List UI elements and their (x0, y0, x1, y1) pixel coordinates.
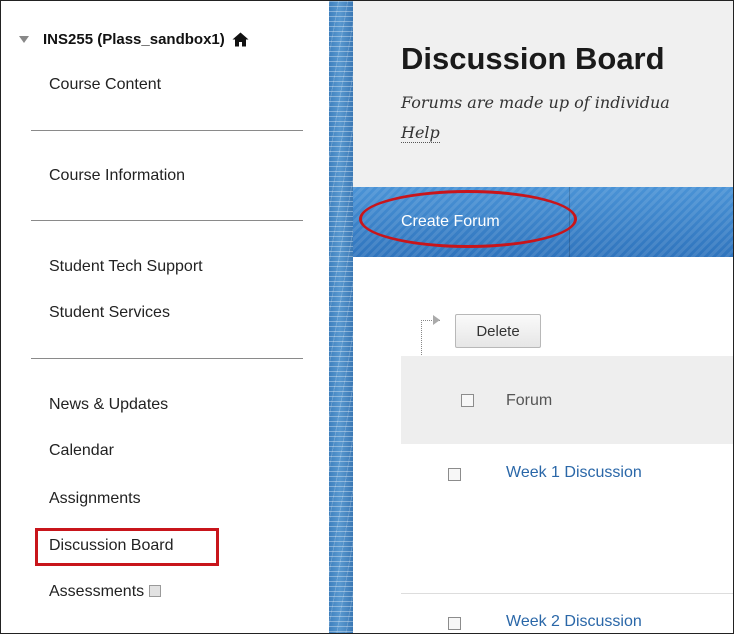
delete-button[interactable]: Delete (455, 314, 541, 348)
course-title: INS255 (Plass_sandbox1) (43, 31, 225, 48)
menu-item-news-updates[interactable]: News & Updates (49, 396, 168, 414)
menu-item-assessments-label: Assessments (49, 583, 145, 600)
table-header: Forum (401, 356, 733, 444)
submenu-icon[interactable] (149, 585, 162, 597)
action-bar: Create Forum (353, 187, 733, 257)
menu-item-discussion-board[interactable]: Discussion Board (49, 537, 174, 555)
selection-connector (421, 320, 440, 357)
menu-item-assessments[interactable]: Assessments (49, 583, 162, 601)
main-content: Discussion Board Forums are made up of i… (353, 1, 733, 633)
menu-divider (31, 358, 303, 359)
highlight-ellipse (359, 190, 577, 248)
arrow-right-icon (433, 315, 440, 325)
page-header: Discussion Board Forums are made up of i… (353, 1, 733, 187)
menu-item-assignments[interactable]: Assignments (49, 490, 141, 508)
menu-item-course-information[interactable]: Course Information (49, 167, 185, 185)
page-title: Discussion Board (401, 41, 665, 76)
forum-link-week-1[interactable]: Week 1 Discussion (506, 464, 642, 482)
help-link[interactable]: Help (401, 124, 440, 143)
column-header-forum[interactable]: Forum (506, 392, 552, 410)
collapse-triangle-icon[interactable] (19, 36, 29, 43)
select-all-checkbox[interactable] (461, 394, 474, 407)
menu-item-course-content[interactable]: Course Content (49, 76, 161, 94)
home-icon[interactable] (232, 32, 249, 47)
menu-item-calendar[interactable]: Calendar (49, 442, 114, 460)
row-checkbox[interactable] (448, 468, 461, 481)
menu-divider (31, 220, 303, 221)
menu-divider (31, 130, 303, 131)
course-title-row[interactable]: INS255 (Plass_sandbox1) (19, 31, 249, 48)
page-description: Forums are made up of individua (401, 93, 670, 112)
row-divider (401, 593, 733, 594)
menu-item-student-tech-support[interactable]: Student Tech Support (49, 258, 203, 276)
menu-resize-strip[interactable] (329, 1, 353, 633)
course-menu: INS255 (Plass_sandbox1) Course Content C… (1, 1, 329, 633)
screenshot-frame: INS255 (Plass_sandbox1) Course Content C… (0, 0, 734, 634)
forum-link-week-2[interactable]: Week 2 Discussion (506, 613, 642, 631)
row-checkbox[interactable] (448, 617, 461, 630)
menu-item-student-services[interactable]: Student Services (49, 304, 170, 322)
